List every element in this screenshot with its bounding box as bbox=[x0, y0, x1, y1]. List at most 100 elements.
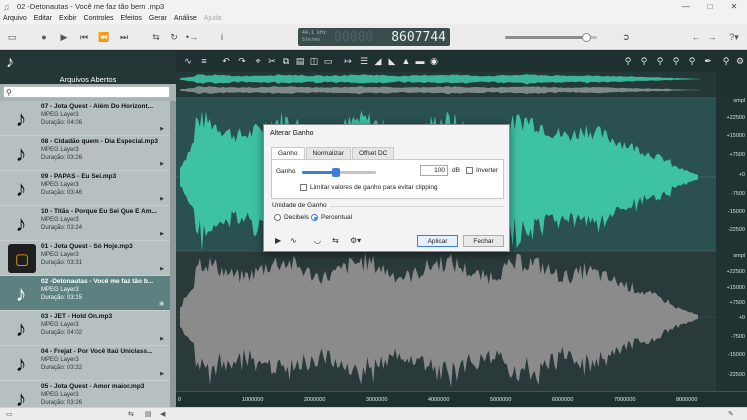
cut-icon[interactable]: ✂ bbox=[266, 55, 278, 67]
insert-silence-icon[interactable]: ▭ bbox=[322, 55, 334, 67]
status-volume-icon[interactable]: ◀ bbox=[160, 410, 165, 418]
paste-icon[interactable]: ▤ bbox=[294, 55, 306, 67]
play-icon[interactable]: ▶ bbox=[160, 161, 164, 167]
menu-editar[interactable]: Editar bbox=[34, 15, 52, 22]
delete-icon[interactable]: ◫ bbox=[308, 55, 320, 67]
forward-arrow-icon[interactable]: → bbox=[706, 31, 718, 43]
apply-button[interactable]: Aplicar bbox=[417, 235, 458, 247]
zoom-fit-icon[interactable]: ⚲ bbox=[670, 55, 682, 67]
settings-icon[interactable]: ⚙ bbox=[734, 55, 746, 67]
skip-forward-icon[interactable]: ⏭ bbox=[118, 31, 130, 43]
tab-ganho[interactable]: Ganho bbox=[271, 147, 305, 159]
file-format: MPEG Layer3 bbox=[41, 287, 79, 293]
play-icon[interactable]: ▶ bbox=[58, 31, 70, 43]
ruler-label: +15000 bbox=[726, 133, 745, 139]
list-item[interactable]: ♪ 04 - Frejat - Por Você Itaú Uniclass..… bbox=[0, 346, 170, 381]
gain-icon[interactable]: ▲ bbox=[400, 55, 412, 67]
normalize-icon[interactable]: ☰ bbox=[358, 55, 370, 67]
mute-icon[interactable]: ➲ bbox=[620, 31, 632, 43]
loop-icon[interactable]: ⇆ bbox=[150, 31, 162, 43]
back-arrow-icon[interactable]: ← bbox=[690, 31, 702, 43]
help-menu-icon[interactable]: ?▾ bbox=[725, 31, 743, 43]
menu-exibir[interactable]: Exibir bbox=[59, 15, 77, 22]
list-item[interactable]: ♪ 08 - Cidadão quem - Dia Especial.mp3 M… bbox=[0, 136, 170, 171]
list-item[interactable]: ▢ 01 - Jota Quest - Só Hoje.mp3 MPEG Lay… bbox=[0, 241, 170, 276]
fade-in-icon[interactable]: ◢ bbox=[372, 55, 384, 67]
overview-waveform[interactable] bbox=[176, 72, 716, 97]
menu-controles[interactable]: Controles bbox=[84, 15, 114, 22]
volume-knob[interactable] bbox=[581, 33, 591, 42]
sidebar-toggle-icon[interactable]: ▭ bbox=[6, 31, 18, 43]
file-list: ♪ 07 - Jota Quest - Além Do Horizont... … bbox=[0, 101, 170, 407]
close-window-button[interactable]: ✕ bbox=[722, 0, 746, 13]
status-display-icon[interactable]: ▤ bbox=[145, 410, 152, 418]
play-icon[interactable]: ▶ bbox=[160, 266, 164, 272]
copy-icon[interactable]: ⧉ bbox=[280, 55, 292, 67]
zoom-selection-icon[interactable]: ⚲ bbox=[654, 55, 666, 67]
list-item[interactable]: ♪ 07 - Jota Quest - Além Do Horizont... … bbox=[0, 101, 170, 136]
play-icon[interactable]: ▶ bbox=[160, 231, 164, 237]
preview-play-icon[interactable]: ▶ bbox=[275, 236, 281, 245]
limit-clipping-checkbox[interactable] bbox=[300, 184, 307, 191]
list-item[interactable]: ♪ 10 - Titãs - Porque Eu Sei Que É Am...… bbox=[0, 206, 170, 241]
waveform-view-icon[interactable]: ∿ bbox=[182, 55, 194, 67]
close-button[interactable]: Fechar bbox=[463, 235, 504, 247]
spectrum-view-icon[interactable]: ≡ bbox=[198, 55, 210, 67]
maximize-button[interactable]: □ bbox=[698, 0, 722, 13]
file-name: 09 - PAPAS - Eu Sei.mp3 bbox=[41, 173, 117, 180]
reverse-icon[interactable]: ▬ bbox=[414, 55, 426, 67]
zoom-in-icon[interactable]: ⚲ bbox=[622, 55, 634, 67]
decibels-radio[interactable] bbox=[274, 214, 281, 221]
gain-slider[interactable] bbox=[302, 168, 376, 177]
percent-radio[interactable] bbox=[311, 214, 318, 221]
menu-efeitos[interactable]: Efeitos bbox=[121, 15, 142, 22]
gain-tab-pane: Ganho 100 dB Inverter Limitar valores de… bbox=[271, 159, 504, 199]
record-icon[interactable]: ● bbox=[38, 31, 50, 43]
list-item[interactable]: ♪ 05 - Jota Quest - Amor maior.mp3 MPEG … bbox=[0, 381, 170, 407]
rewind-icon[interactable]: ⏪ bbox=[98, 31, 110, 43]
gain-slider-knob[interactable] bbox=[332, 168, 341, 177]
play-icon[interactable]: ▶ bbox=[160, 371, 164, 377]
invert-checkbox[interactable] bbox=[466, 167, 473, 174]
tab-normalizar[interactable]: Normalizar bbox=[305, 147, 351, 159]
undo-icon[interactable]: ↶ bbox=[220, 55, 232, 67]
zoom-out-icon[interactable]: ⚲ bbox=[638, 55, 650, 67]
redo-icon[interactable]: ↷ bbox=[236, 55, 248, 67]
tab-offset-dc[interactable]: Offset DC bbox=[351, 147, 395, 159]
effects-icon[interactable]: ◉ bbox=[428, 55, 440, 67]
list-item-selected[interactable]: ♪ 02 -Detonautas - Você me faz tão b... … bbox=[0, 276, 170, 311]
close-file-icon[interactable]: ▣ bbox=[159, 301, 164, 307]
status-edit-icon[interactable]: ✎ bbox=[728, 410, 734, 418]
preview-loop-icon[interactable]: ⇆ bbox=[332, 236, 339, 245]
zoom-vertical-icon[interactable]: ⚲ bbox=[686, 55, 698, 67]
zoom-full-icon[interactable]: ⚲ bbox=[720, 55, 732, 67]
preview-speed-icon[interactable]: ◡ bbox=[314, 236, 321, 245]
minimize-button[interactable]: — bbox=[674, 0, 698, 13]
list-item[interactable]: ♪ 09 - PAPAS - Eu Sei.mp3 MPEG Layer3 Du… bbox=[0, 171, 170, 206]
follow-icon[interactable]: •→ bbox=[186, 31, 198, 43]
stylus-icon[interactable]: ✒ bbox=[702, 55, 714, 67]
fade-out-icon[interactable]: ◣ bbox=[386, 55, 398, 67]
menu-analise[interactable]: Análise bbox=[174, 15, 197, 22]
menu-gerar[interactable]: Gerar bbox=[149, 15, 167, 22]
skip-back-icon[interactable]: ⏮ bbox=[78, 31, 90, 43]
trim-icon[interactable]: ↦ bbox=[342, 55, 354, 67]
file-search-input[interactable]: ⚲ bbox=[3, 86, 170, 98]
menu-arquivo[interactable]: Arquivo bbox=[3, 15, 27, 22]
preview-settings-icon[interactable]: ⚙▾ bbox=[350, 236, 361, 245]
repeat-icon[interactable]: ↻ bbox=[168, 31, 180, 43]
menu-ajuda[interactable]: Ajuda bbox=[204, 15, 222, 22]
crop-icon[interactable]: ⌖ bbox=[252, 55, 264, 67]
volume-slider[interactable] bbox=[505, 33, 597, 42]
play-icon[interactable]: ▶ bbox=[160, 336, 164, 342]
info-icon[interactable]: i bbox=[216, 31, 228, 43]
gain-label: Ganho bbox=[276, 168, 296, 175]
preview-waveform-icon[interactable]: ∿ bbox=[290, 236, 297, 245]
list-item[interactable]: ♪ 03 - JET - Hold On.mp3 MPEG Layer3 Dur… bbox=[0, 311, 170, 346]
editor-toolbar: ∿ ≡ ↶ ↷ ⌖ ✂ ⧉ ▤ ◫ ▭ ↦ ☰ ◢ ◣ ▲ ▬ ◉ ⚲ ⚲ ⚲ … bbox=[176, 51, 747, 72]
gain-value-input[interactable]: 100 bbox=[420, 165, 448, 176]
play-icon[interactable]: ▶ bbox=[160, 196, 164, 202]
play-icon[interactable]: ▶ bbox=[160, 126, 164, 132]
limit-clipping-label: Limitar valores de ganho para evitar cli… bbox=[310, 184, 438, 191]
status-loop-icon[interactable]: ⇆ bbox=[128, 410, 134, 418]
